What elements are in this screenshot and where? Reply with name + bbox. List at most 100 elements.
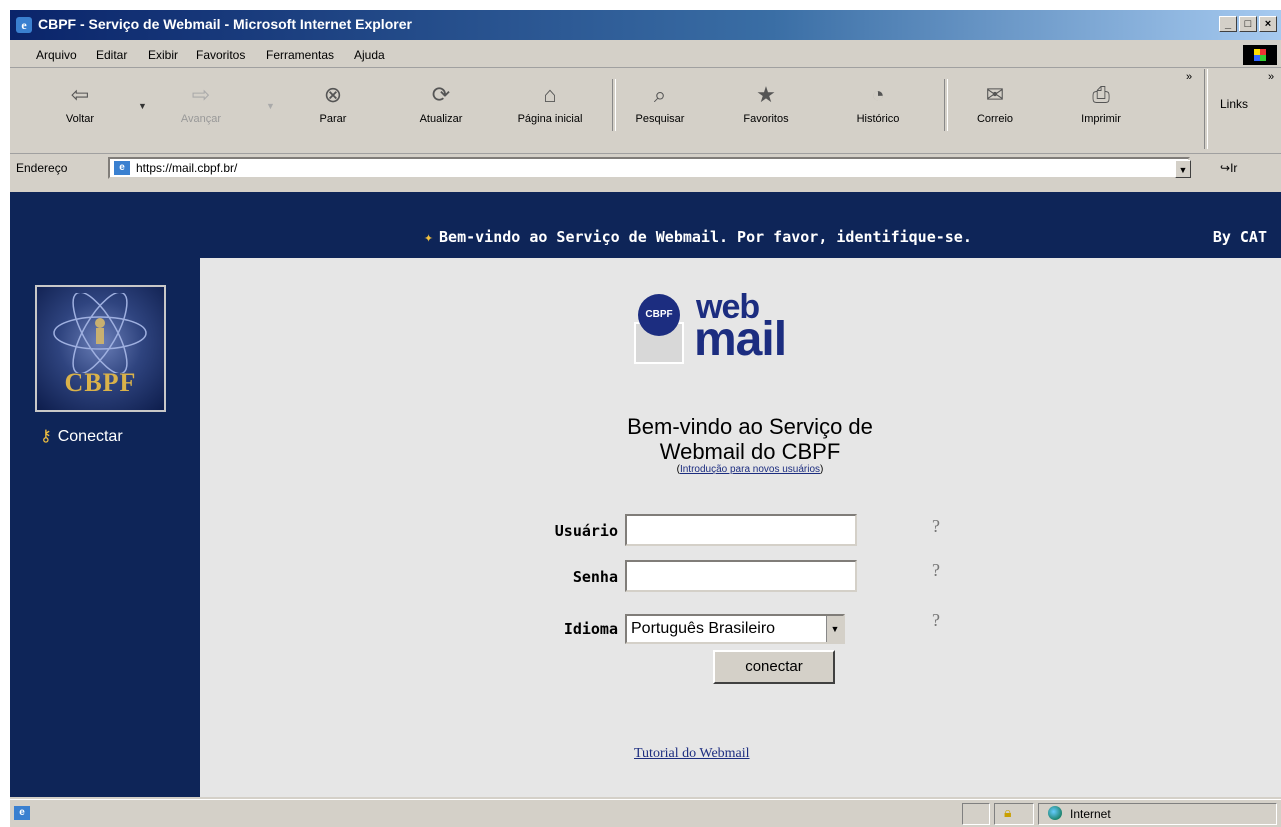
go-label: Ir: [1230, 161, 1238, 175]
chevron-down-icon[interactable]: ▼: [826, 616, 843, 642]
page-title-line1: Bem-vindo ao Serviço de: [627, 414, 873, 439]
address-input[interactable]: e https://mail.cbpf.br/: [108, 157, 1190, 179]
password-help-icon[interactable]: ?: [932, 560, 940, 581]
cbpf-badge: CBPF: [638, 294, 680, 336]
menu-ferramentas[interactable]: Ferramentas: [266, 48, 334, 62]
security-zone: Internet: [1048, 806, 1111, 821]
links-label[interactable]: Links: [1220, 97, 1248, 111]
globe-icon: [1048, 806, 1062, 820]
back-dropdown-arrow[interactable]: ▼: [138, 101, 147, 111]
forward-button[interactable]: ⇨ Avançar: [166, 81, 236, 125]
status-panel: [994, 803, 1034, 825]
password-label: Senha: [572, 568, 618, 586]
windows-logo-icon: [1243, 45, 1277, 65]
welcome-text: Bem-vindo ao Serviço de Webmail. Por fav…: [439, 228, 972, 246]
search-label: Pesquisar: [635, 113, 685, 125]
toolbar-separator: [612, 79, 616, 131]
user-input[interactable]: [625, 514, 857, 546]
intro-link[interactable]: Introdução para novos usuários: [680, 464, 820, 475]
key-icon: ⚷: [40, 428, 52, 445]
language-help-icon[interactable]: ?: [932, 610, 940, 631]
maximize-button[interactable]: □: [1239, 16, 1257, 32]
welcome-banner: ✦ Bem-vindo ao Serviço de Webmail. Por fa…: [424, 228, 972, 246]
history-button[interactable]: ◔ Histórico: [840, 81, 916, 125]
login-panel: CBPF web mail Bem-vindo ao Serviço de We…: [200, 258, 1281, 797]
toolbar-chevron[interactable]: »: [1186, 71, 1192, 83]
home-icon: ⌂: [543, 82, 557, 107]
connect-button[interactable]: conectar: [713, 650, 835, 684]
home-button[interactable]: ⌂ Página inicial: [500, 81, 600, 125]
refresh-button[interactable]: ⟳ Atualizar: [406, 81, 476, 125]
minimize-button[interactable]: _: [1219, 16, 1237, 32]
address-url[interactable]: https://mail.cbpf.br/: [136, 161, 237, 175]
page-title-line2: Webmail do CBPF: [659, 439, 841, 464]
atom-icon: [53, 293, 147, 373]
back-label: Voltar: [65, 113, 95, 125]
go-button[interactable]: ↪Ir: [1220, 161, 1237, 175]
language-label: Idioma: [563, 620, 618, 638]
webmail-logo: CBPF web mail: [634, 288, 834, 378]
cbpf-logo-text: CBPF: [64, 368, 137, 397]
standard-toolbar: ⇦ Voltar ▼ ⇨ Avançar ▼ ⊗ Parar ⟳ Atualiz…: [10, 69, 1281, 154]
by-cat-label: By CAT: [1212, 228, 1267, 246]
browser-window: e CBPF - Serviço de Webmail - Microsoft …: [10, 10, 1281, 827]
history-label: Histórico: [856, 113, 900, 125]
mail-icon: ✉: [985, 82, 1005, 107]
page-title: Bem-vindo ao Serviço de Webmail do CBPF: [500, 414, 1000, 464]
bullet-icon: ✦: [424, 228, 434, 246]
refresh-icon: ⟳: [431, 82, 451, 107]
user-label: Usuário: [554, 522, 618, 540]
intro-link-wrap: (Introdução para novos usuários): [676, 464, 824, 475]
address-label: Endereço: [16, 161, 68, 175]
lock-icon: 🔒︎: [1004, 804, 1012, 820]
favorites-icon: ★: [756, 82, 776, 107]
menu-favoritos[interactable]: Favoritos: [196, 48, 245, 62]
page-status-icon: e: [14, 806, 30, 820]
language-select[interactable]: Português Brasileiro ▼: [625, 614, 845, 644]
forward-arrow-icon: ⇨: [191, 82, 211, 107]
links-chevron[interactable]: »: [1268, 71, 1274, 83]
language-selected: Português Brasileiro: [631, 620, 776, 637]
toolbar-separator: [944, 79, 948, 131]
print-button[interactable]: ⎙ Imprimir: [1066, 81, 1136, 125]
favorites-label: Favoritos: [743, 113, 789, 125]
forward-label: Avançar: [180, 113, 222, 125]
connect-label: Conectar: [57, 428, 123, 445]
go-arrow-icon: ↪: [1220, 161, 1231, 175]
address-bar: Endereço e https://mail.cbpf.br/ ▼ ↪Ir: [10, 153, 1281, 185]
stop-label: Parar: [319, 113, 347, 125]
toolbar-separator: [1204, 69, 1208, 149]
menu-ajuda[interactable]: Ajuda: [354, 48, 385, 62]
mail-button[interactable]: ✉ Correio: [960, 81, 1030, 125]
page-header: ✦ Bem-vindo ao Serviço de Webmail. Por fa…: [10, 192, 1281, 258]
menu-exibir[interactable]: Exibir: [148, 48, 178, 62]
user-help-icon[interactable]: ?: [932, 516, 940, 537]
sidebar: CBPF ⚷ Conectar: [10, 258, 200, 797]
menu-editar[interactable]: Editar: [96, 48, 127, 62]
ie-icon: e: [16, 17, 32, 33]
home-label: Página inicial: [517, 113, 583, 125]
cbpf-logo: CBPF: [35, 285, 166, 412]
forward-dropdown-arrow[interactable]: ▼: [266, 101, 275, 111]
favorites-button[interactable]: ★ Favoritos: [728, 81, 804, 125]
menu-bar: Arquivo Editar Exibir Favoritos Ferramen…: [10, 43, 1281, 68]
sidebar-connect-link[interactable]: ⚷ Conectar: [40, 426, 123, 446]
back-button[interactable]: ⇦ Voltar: [50, 81, 110, 125]
password-input[interactable]: [625, 560, 857, 592]
status-bar: e 🔒︎ Internet: [10, 799, 1281, 827]
stop-icon: ⊗: [323, 82, 343, 107]
address-dropdown-button[interactable]: ▼: [1175, 160, 1191, 178]
menu-arquivo[interactable]: Arquivo: [36, 48, 77, 62]
stop-button[interactable]: ⊗ Parar: [308, 81, 358, 125]
history-icon: ◔: [871, 82, 885, 107]
logo-word-mail: mail: [694, 313, 787, 366]
zone-label: Internet: [1070, 807, 1111, 821]
tutorial-link[interactable]: Tutorial do Webmail: [634, 746, 750, 762]
title-bar: e CBPF - Serviço de Webmail - Microsoft …: [10, 10, 1281, 40]
web-page: ✦ Bem-vindo ao Serviço de Webmail. Por fa…: [10, 192, 1281, 797]
status-panel: [962, 803, 990, 825]
print-icon: ⎙: [1092, 82, 1110, 107]
search-icon: ⌕: [653, 82, 667, 107]
close-button[interactable]: ×: [1259, 16, 1277, 32]
search-button[interactable]: ⌕ Pesquisar: [622, 81, 698, 125]
